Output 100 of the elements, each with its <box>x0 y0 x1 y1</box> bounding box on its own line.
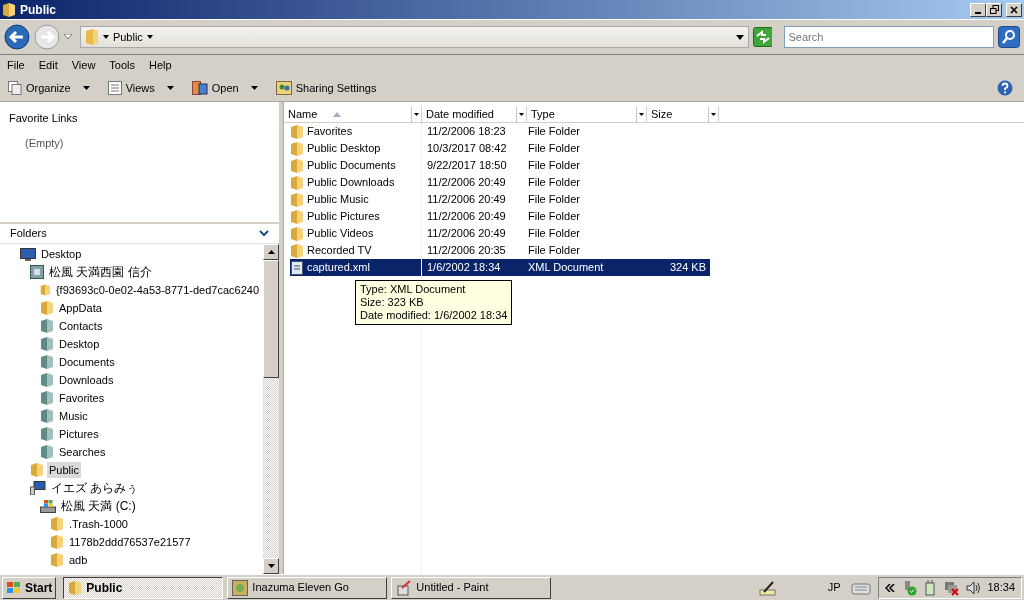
toolbar-button[interactable]: Open <box>186 77 263 99</box>
type-cell: File Folder <box>528 244 580 257</box>
menu-item[interactable]: View <box>64 56 103 74</box>
special-folder-icon <box>40 409 54 423</box>
chevron-icon[interactable] <box>885 583 896 592</box>
tooltip: Type: XML Document Size: 323 KB Date modified: 1/6/2002 18:34 <box>355 280 513 325</box>
dropdown-icon[interactable] <box>414 112 419 116</box>
taskbar-button[interactable]: Inazuma Eleven Go <box>227 576 388 599</box>
scroll-up-icon[interactable] <box>267 250 275 254</box>
search-field[interactable]: Search <box>784 26 995 48</box>
folder-icon <box>290 158 304 173</box>
taskbar-button[interactable]: Untitled - Paint <box>391 576 552 599</box>
date-cell: 1/6/2002 18:34 <box>427 261 501 274</box>
dropdown-icon[interactable] <box>519 112 524 116</box>
back-icon[interactable] <box>4 24 30 50</box>
tree-item[interactable]: Desktop <box>0 335 263 353</box>
column-header[interactable]: Type <box>527 106 647 122</box>
tree-item[interactable]: Music <box>0 407 263 425</box>
breadcrumb-item[interactable]: Public <box>112 28 143 46</box>
tree-item[interactable]: Favorites <box>0 389 263 407</box>
minimize-button[interactable] <box>970 2 986 17</box>
open-icon <box>191 81 208 95</box>
date-cell: 11/2/2006 20:35 <box>427 244 506 257</box>
tree-item[interactable]: Documents <box>0 353 263 371</box>
pages-icon <box>8 81 22 95</box>
menu-item[interactable]: Tools <box>102 56 143 74</box>
tree-item[interactable]: Downloads <box>0 371 263 389</box>
special-folder-icon <box>40 445 54 459</box>
file-row[interactable]: Recorded TV 11/2/2006 20:35 File Folder <box>290 242 710 259</box>
language-indicator[interactable]: JP <box>827 579 841 596</box>
refresh-icon[interactable] <box>752 27 773 47</box>
address-bar[interactable]: Public <box>79 26 749 48</box>
start-button[interactable]: Start <box>2 576 57 599</box>
tree-item[interactable]: Contacts <box>0 317 263 335</box>
tree-item[interactable]: イエズ あらみぅ <box>0 479 263 497</box>
file-name: captured.xml <box>307 260 370 276</box>
tree-item[interactable]: 1178b2ddd76537e21577 <box>0 533 263 551</box>
type-cell: File Folder <box>528 159 580 172</box>
tree-item[interactable]: 松風 天満西園 信介 <box>0 263 263 281</box>
tree-item[interactable]: adb <box>0 551 263 569</box>
toolbar-button[interactable]: Views <box>102 77 179 99</box>
toolbar-button[interactable]: Organize <box>3 77 95 99</box>
search-icon[interactable] <box>998 26 1020 48</box>
column-header[interactable]: Size <box>647 106 719 122</box>
special-folder-icon <box>40 391 54 405</box>
close-button[interactable] <box>1006 2 1022 17</box>
tree-item[interactable]: {f93693c0-0e02-4a53-8771-ded7cac6240 <box>0 281 263 299</box>
special-folder-icon <box>40 319 54 333</box>
menu-item[interactable]: Edit <box>31 56 65 74</box>
tree-item[interactable]: AppData <box>0 299 263 317</box>
file-row[interactable]: Public Documents 9/22/2017 18:50 File Folder <box>290 157 710 174</box>
volume-icon[interactable] <box>965 579 982 596</box>
restore-button[interactable] <box>986 2 1002 17</box>
tree-item[interactable]: Pictures <box>0 425 263 443</box>
folder-icon <box>50 535 64 549</box>
toolbar-button[interactable]: Sharing Settings <box>270 77 382 99</box>
type-cell: File Folder <box>528 210 580 223</box>
taskbar-button[interactable]: Public <box>63 576 224 599</box>
dropdown-icon[interactable] <box>711 112 716 116</box>
document-icon <box>290 260 304 275</box>
tree-item[interactable]: Desktop <box>0 245 263 263</box>
list-view-icon <box>107 81 122 95</box>
caret-icon[interactable] <box>146 35 153 39</box>
tree-item[interactable]: Public <box>0 461 263 479</box>
pen-icon[interactable] <box>758 579 777 596</box>
file-name: Public Desktop <box>307 141 381 157</box>
game-icon <box>232 579 249 596</box>
minimize-icon <box>975 11 981 14</box>
section-title: Favorite Links <box>9 111 79 126</box>
network-error-icon[interactable] <box>943 579 960 596</box>
file-row[interactable]: Public Music 11/2/2006 20:49 File Folder <box>290 191 710 208</box>
file-row[interactable]: Public Pictures 11/2/2006 20:49 File Folder <box>290 208 710 225</box>
column-header[interactable]: Name <box>284 106 422 122</box>
file-row[interactable]: Favorites 11/2/2006 18:23 File Folder <box>290 123 710 140</box>
help-icon[interactable] <box>997 80 1013 96</box>
menu-item[interactable]: File <box>0 56 32 74</box>
dropdown-icon[interactable] <box>639 112 644 116</box>
separator-icon[interactable] <box>102 35 109 39</box>
file-row[interactable]: Public Desktop 10/3/2017 08:42 File Folder <box>290 140 710 157</box>
type-cell: XML Document <box>528 261 604 274</box>
tree-item[interactable]: Searches <box>0 443 263 461</box>
power-icon[interactable] <box>923 579 938 596</box>
scrollbar[interactable] <box>263 244 279 574</box>
people-icon <box>275 81 292 95</box>
file-row[interactable]: Public Downloads 11/2/2006 20:49 File Folder <box>290 174 710 191</box>
history-dropdown-icon[interactable] <box>63 34 72 40</box>
menu-item[interactable]: Help <box>142 56 179 74</box>
file-row[interactable]: captured.xml 1/6/2002 18:34 XML Document 324 KB <box>290 259 710 276</box>
tree-item[interactable]: 松風 天満 (C:) <box>0 497 263 515</box>
type-cell: File Folder <box>528 125 580 138</box>
special-folder-icon <box>40 427 54 441</box>
folder-icon <box>30 463 44 477</box>
collapse-icon[interactable] <box>259 230 269 237</box>
dropdown-icon[interactable] <box>735 34 744 40</box>
column-header[interactable]: Date modified <box>422 106 527 122</box>
scroll-down-icon[interactable] <box>267 564 275 568</box>
folder-icon <box>290 192 304 207</box>
file-name: Public Pictures <box>307 209 380 225</box>
tree-item[interactable]: .Trash-1000 <box>0 515 263 533</box>
file-row[interactable]: Public Videos 11/2/2006 20:49 File Folder <box>290 225 710 242</box>
